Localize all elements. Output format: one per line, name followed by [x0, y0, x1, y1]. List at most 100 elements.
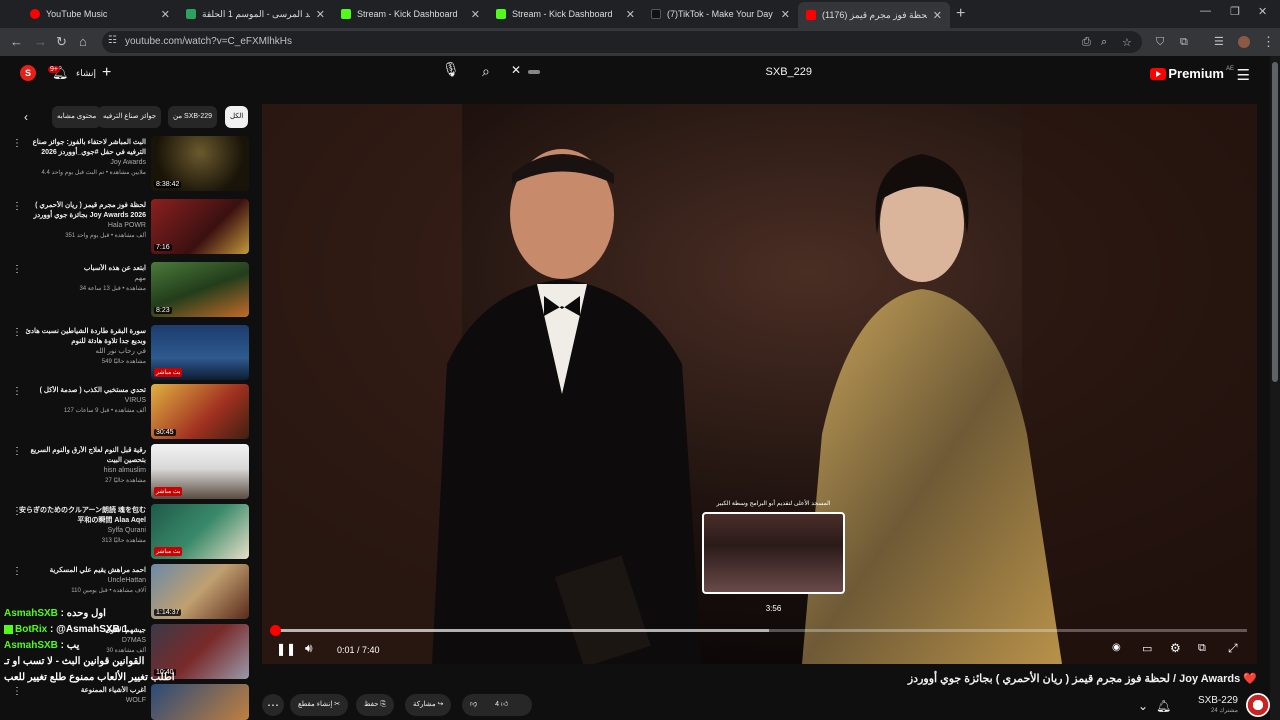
video-thumbnail[interactable]: 30:45 [151, 384, 249, 439]
browser-tab[interactable]: Stream - Kick Dashboard ✕ [333, 3, 488, 25]
back-arrow-icon[interactable]: ← [10, 34, 23, 50]
channel-name[interactable]: مهم [16, 274, 146, 284]
close-tab-icon[interactable]: ✕ [161, 8, 170, 21]
minimize-icon[interactable]: — [1200, 5, 1211, 17]
dislike-icon[interactable]: 👎︎ [470, 701, 477, 708]
page-scrollbar[interactable] [1270, 56, 1280, 720]
scrubber-knob[interactable] [269, 625, 281, 636]
account-avatar[interactable]: S [20, 65, 36, 81]
like-icon[interactable]: 👍︎ [501, 701, 508, 708]
browser-tab[interactable]: شاهد المرسى - الموسم 1 الحلقة ✕ [178, 3, 333, 25]
video-thumbnail[interactable]: بث مباشر [151, 444, 249, 499]
chip-similar[interactable]: محتوى مشابه [52, 106, 102, 128]
close-tab-icon[interactable]: ✕ [781, 8, 790, 21]
video-title[interactable]: تحدي مستخبي الكذب ( صدمة الأكل ) [16, 386, 146, 396]
browser-tab-active[interactable]: (1176) لحظة فوز مجرم قيمز ✕ [798, 2, 950, 28]
channel-name[interactable]: WOLF [16, 696, 146, 706]
pause-icon[interactable]: ❚❚ [276, 642, 296, 656]
more-actions-icon[interactable]: ⋯ [262, 694, 284, 716]
related-video-item[interactable]: ⋮ ابتعد عن هذه الأسباب مهم 34 مشاهدة • ق… [8, 262, 252, 318]
related-video-item[interactable]: ⋮ لحظة فوز مجرم قيمز ( ريان الأحمري ) بج… [8, 199, 252, 255]
close-tab-icon[interactable]: ✕ [316, 8, 325, 21]
channel-name[interactable]: Hala POWR [16, 221, 146, 231]
bookmark-star-icon[interactable]: ☆ [1122, 36, 1132, 49]
video-title[interactable]: احمد مراهش يقيم علي المسكرية [16, 566, 146, 576]
video-title[interactable]: سورة البقرة طاردة الشياطين نسبت هادئ وبد… [16, 327, 146, 347]
video-title[interactable]: 安らぎのためのクルアーン朗読 魂を包む平和の瞬間 Alaa Aqel [16, 506, 146, 526]
home-icon[interactable]: ⌂ [79, 34, 87, 50]
video-thumbnail[interactable]: 8:23 [151, 262, 249, 317]
share-button[interactable]: مشاركة ↪ [405, 694, 452, 716]
progress-bar[interactable] [269, 625, 1247, 636]
clear-search-icon[interactable]: ✕ [511, 63, 521, 77]
search-input[interactable]: ⌕ ✕ SXB_229 [478, 62, 838, 82]
new-tab-plus-icon[interactable]: + [956, 5, 965, 23]
settings-gear-icon[interactable]: ⚙ [1170, 641, 1181, 655]
subtitles-icon[interactable]: ▭ [1142, 642, 1152, 655]
video-thumbnail[interactable]: 7:16 [151, 199, 249, 254]
video-title[interactable]: البث المباشر لاحتفاء بالفوز: جوائز صناع … [16, 138, 146, 158]
autoplay-toggle-icon[interactable]: ◉ [1112, 642, 1121, 653]
voice-search-mic-icon[interactable]: 🎙︎ [442, 61, 460, 78]
browser-tab[interactable]: Stream - Kick Dashboard ✕ [488, 3, 643, 25]
related-video-item[interactable]: ⋮ رقية قبل النوم لعلاج الأرق والنوم السر… [8, 444, 252, 500]
video-title[interactable]: رقية قبل النوم لعلاج الأرق والنوم السريع… [16, 446, 147, 466]
chip-all[interactable]: الكل [225, 106, 249, 128]
youtube-premium-logo[interactable]: Premium AE [1150, 66, 1234, 81]
forward-arrow-icon[interactable]: → [34, 34, 47, 50]
duration-badge: 30:45 [154, 429, 176, 436]
profile-avatar[interactable] [1238, 36, 1250, 48]
address-bar[interactable]: ☷ youtube.com/watch?v=C_eFXMlhkHs ⎙ ⌕ ☆ [102, 31, 1142, 53]
scrollbar-thumb[interactable] [1272, 62, 1278, 382]
reading-list-icon[interactable]: ☰ [1214, 34, 1224, 50]
save-button[interactable]: حفظ ⎘ [356, 694, 395, 716]
video-title[interactable]: أغرب الأشياء الممنوعة [16, 686, 146, 696]
video-title[interactable]: ابتعد عن هذه الأسباب [16, 264, 146, 274]
window-close-icon[interactable]: ✕ [1258, 5, 1267, 18]
subscribed-bell-icon[interactable]: 🔔︎ [1156, 699, 1171, 713]
channel-avatar[interactable] [1246, 693, 1270, 717]
channel-name[interactable]: Sylfa Qurani [16, 526, 146, 536]
reload-icon[interactable]: ↻ [56, 34, 67, 50]
video-player[interactable]: المسجد الأعلى لتقديم أبو البرامج وسطة ال… [262, 104, 1257, 664]
browser-tab[interactable]: YouTube Music ✕ [22, 3, 178, 25]
close-tab-icon[interactable]: ✕ [626, 8, 635, 21]
video-title[interactable]: لحظة فوز مجرم قيمز ( ريان الأحمري ) بجائ… [16, 201, 146, 221]
channel-name[interactable]: hisn almuslim [16, 466, 146, 476]
zoom-icon[interactable]: ⌕ [1101, 36, 1107, 49]
browser-tab[interactable]: (7)TikTok - Make Your Day ✕ [643, 3, 798, 25]
volume-icon[interactable]: 🔊︎ [305, 641, 313, 656]
video-thumbnail[interactable] [151, 684, 249, 720]
channel-name[interactable]: VIRUS [16, 396, 146, 406]
fullscreen-icon[interactable]: ⤢ [1228, 641, 1238, 656]
chip-from-channel[interactable]: من SXB-229 [168, 106, 218, 128]
related-video-item[interactable]: ⋮ البث المباشر لاحتفاء بالفوز: جوائز صنا… [8, 136, 252, 192]
menu-hamburger-icon[interactable]: ☰ [1237, 66, 1250, 84]
site-info-icon[interactable]: ☷ [108, 35, 117, 46]
browser-menu-icon[interactable]: ⋮ [1262, 34, 1275, 50]
video-thumbnail[interactable]: بث مباشر [151, 504, 249, 559]
channel-name[interactable]: في رحاب نور الله [16, 347, 146, 357]
related-video-item[interactable]: ⋮ تحدي مستخبي الكذب ( صدمة الأكل ) VIRUS… [8, 384, 252, 440]
extensions-puzzle-icon[interactable]: ⧉ [1180, 34, 1188, 50]
chat-text: @AsmahSXB 1 [56, 624, 129, 635]
video-thumbnail[interactable]: بث مباشر [151, 325, 249, 380]
channel-name[interactable]: Joy Awards [16, 158, 146, 168]
close-tab-icon[interactable]: ✕ [933, 9, 942, 22]
maximize-icon[interactable]: ❐ [1230, 5, 1240, 18]
screen-cast-icon[interactable]: ⎙ [1082, 36, 1091, 49]
create-button[interactable]: إنشاء + [76, 63, 111, 83]
related-video-item[interactable]: ⋮ سورة البقرة طاردة الشياطين نسبت هادئ و… [8, 325, 252, 381]
chip-joy-awards[interactable]: جوائز صناع الترفيه [98, 106, 162, 128]
video-thumbnail[interactable]: 8:38:42 [151, 136, 249, 191]
clip-button[interactable]: إنشاء مقطع ✂ [290, 694, 349, 716]
related-video-item[interactable]: ⋮ أغرب الأشياء الممنوعة WOLF [8, 684, 252, 720]
shield-extension-icon[interactable]: ⛉ [1156, 34, 1164, 50]
close-tab-icon[interactable]: ✕ [471, 8, 480, 21]
miniplayer-icon[interactable]: ⧉ [1198, 642, 1206, 655]
related-video-item[interactable]: ⋮ 安らぎのためのクルアーン朗読 魂を包む平和の瞬間 Alaa Aqel Syl… [8, 504, 252, 560]
channel-name[interactable]: UncleHattan [16, 576, 146, 586]
chevron-down-icon[interactable]: ⌄ [1138, 699, 1148, 713]
channel-name[interactable]: SXB-229 [1198, 695, 1238, 706]
search-icon[interactable]: ⌕ [482, 63, 490, 80]
